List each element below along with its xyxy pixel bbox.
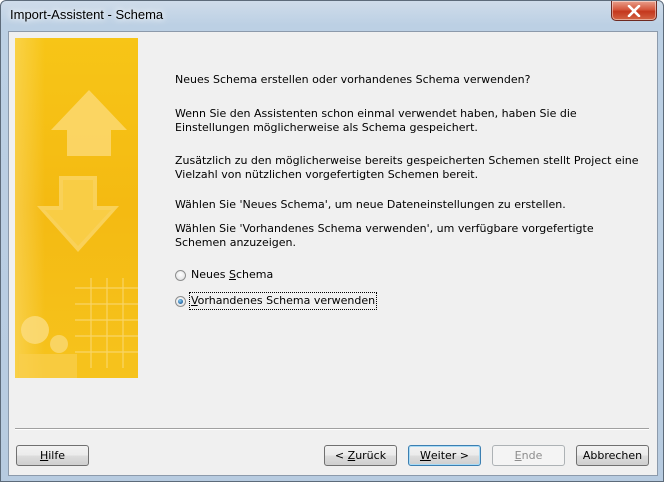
- wizard-banner-image: [15, 38, 138, 378]
- finish-button[interactable]: Ende: [492, 445, 565, 466]
- paragraph-predefined-schemas: Zusätzlich zu den möglicherweise bereits…: [175, 154, 639, 181]
- radio-new-schema[interactable]: Neues Schema: [175, 267, 274, 283]
- paragraph-existing-schema-hint: Wählen Sie 'Vorhandenes Schema verwenden…: [175, 222, 594, 249]
- title-bar[interactable]: Import-Assistent - Schema: [1, 1, 663, 31]
- back-button[interactable]: < Zurück: [324, 445, 397, 466]
- dialog-client-area: Neues Schema erstellen oder vorhandenes …: [8, 31, 658, 476]
- paragraph-previous-use: Wenn Sie den Assistenten schon einmal ve…: [175, 107, 577, 134]
- paragraph-new-schema-hint: Wählen Sie 'Neues Schema', um neue Daten…: [175, 198, 566, 211]
- close-button[interactable]: [611, 1, 657, 21]
- radio-existing-schema[interactable]: Vorhandenes Schema verwenden: [175, 292, 378, 310]
- radio-new-schema-label[interactable]: Neues Schema: [190, 267, 274, 283]
- next-button[interactable]: Weiter >: [408, 445, 481, 466]
- radio-new-schema-circle[interactable]: [175, 269, 186, 281]
- help-button[interactable]: Hilfe: [16, 445, 89, 466]
- radio-existing-schema-label[interactable]: Vorhandenes Schema verwenden: [188, 292, 378, 310]
- close-icon: [627, 4, 641, 17]
- radio-existing-schema-circle[interactable]: [175, 295, 186, 307]
- cancel-button[interactable]: Abbrechen: [576, 445, 649, 466]
- window-title: Import-Assistent - Schema: [10, 7, 164, 22]
- button-separator: [15, 428, 649, 430]
- wizard-heading: Neues Schema erstellen oder vorhandenes …: [175, 73, 531, 86]
- dialog-window: Import-Assistent - Schema Neues Schema e…: [0, 0, 664, 482]
